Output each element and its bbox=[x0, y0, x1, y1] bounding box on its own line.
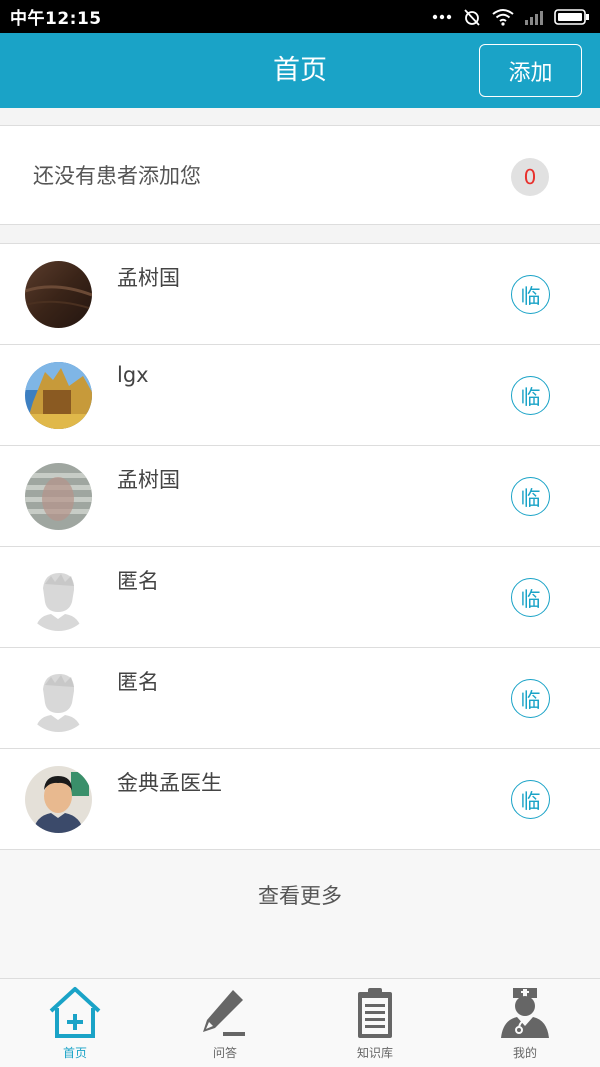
patient-name: lgx bbox=[117, 363, 149, 387]
status-time: 中午12:15 bbox=[10, 9, 102, 29]
tab-home[interactable]: 首页 bbox=[0, 979, 150, 1067]
tab-label: 我的 bbox=[512, 1046, 537, 1060]
tab-mine[interactable]: 我的 bbox=[450, 979, 600, 1067]
status-icons bbox=[432, 7, 590, 27]
default-avatar-icon bbox=[25, 564, 92, 631]
avatar bbox=[25, 362, 92, 429]
list-item[interactable]: lgx 临 bbox=[0, 345, 600, 446]
avatar bbox=[25, 766, 92, 833]
view-more-section: 查看更多 bbox=[0, 850, 600, 978]
patient-notice[interactable]: 还没有患者添加您 0 bbox=[0, 125, 600, 225]
avatar bbox=[25, 463, 92, 530]
clinical-button[interactable]: 临 bbox=[511, 780, 550, 819]
patient-name: 匿名 bbox=[117, 569, 159, 593]
clinical-button[interactable]: 临 bbox=[511, 477, 550, 516]
list-item[interactable]: 金典孟医生 临 bbox=[0, 749, 600, 850]
count-badge: 0 bbox=[511, 158, 549, 196]
patient-name: 匿名 bbox=[117, 670, 159, 694]
wifi-icon bbox=[492, 8, 514, 26]
default-avatar-icon bbox=[25, 665, 92, 732]
list-item[interactable]: 匿名 临 bbox=[0, 648, 600, 749]
clinical-button[interactable]: 临 bbox=[511, 679, 550, 718]
add-button[interactable]: 添加 bbox=[479, 44, 582, 97]
app-header: 首页 添加 bbox=[0, 33, 600, 108]
list-item[interactable]: 孟树国 临 bbox=[0, 244, 600, 345]
clinical-button[interactable]: 临 bbox=[511, 376, 550, 415]
alarm-off-icon bbox=[462, 7, 482, 27]
tab-qa[interactable]: 问答 bbox=[150, 979, 300, 1067]
pencil-icon bbox=[197, 984, 253, 1040]
tab-label: 知识库 bbox=[356, 1046, 393, 1060]
view-more-button[interactable]: 查看更多 bbox=[0, 880, 600, 910]
clinical-button[interactable]: 临 bbox=[511, 578, 550, 617]
bottom-tab-bar: 首页 问答 知识库 我的 bbox=[0, 978, 600, 1067]
patient-name: 孟树国 bbox=[117, 468, 180, 492]
more-dots-icon bbox=[432, 14, 452, 20]
tab-label: 问答 bbox=[212, 1046, 237, 1060]
clipboard-icon bbox=[347, 984, 403, 1040]
home-plus-icon bbox=[47, 984, 103, 1040]
clinical-button[interactable]: 临 bbox=[511, 275, 550, 314]
notice-text: 还没有患者添加您 bbox=[33, 164, 201, 188]
doctor-icon bbox=[497, 984, 553, 1040]
avatar bbox=[25, 261, 92, 328]
status-bar: 中午12:15 bbox=[0, 0, 600, 33]
patient-list: 孟树国 临 lgx 临 孟树国 临 匿名 临 匿名 临 金典孟医生 临 bbox=[0, 243, 600, 850]
signal-icon bbox=[524, 9, 544, 25]
battery-icon bbox=[554, 8, 590, 25]
list-item[interactable]: 孟树国 临 bbox=[0, 446, 600, 547]
list-item[interactable]: 匿名 临 bbox=[0, 547, 600, 648]
tab-label: 首页 bbox=[62, 1046, 87, 1060]
tab-knowledge[interactable]: 知识库 bbox=[300, 979, 450, 1067]
patient-name: 孟树国 bbox=[117, 266, 180, 290]
patient-name: 金典孟医生 bbox=[117, 771, 222, 795]
